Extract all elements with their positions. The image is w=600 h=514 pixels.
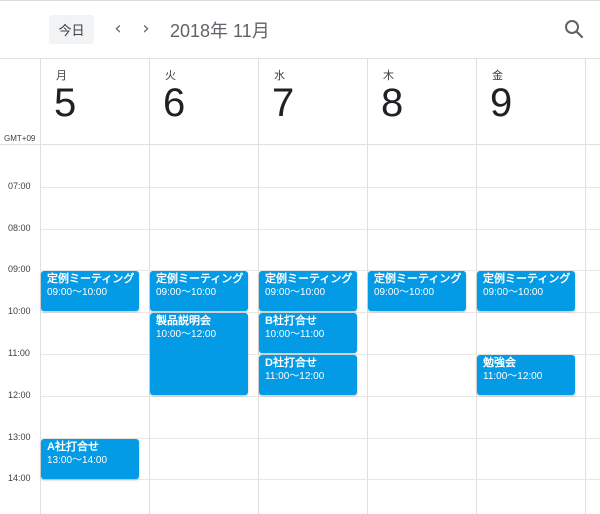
hour-gridline [40,396,600,397]
event-time: 10:00〜12:00 [156,329,217,340]
calendar-event[interactable]: 定例ミーティング 09:00〜10:00 [259,271,357,311]
event-time: 11:00〜12:00 [483,371,543,382]
current-period-label: 2018年 11月 [170,21,270,41]
event-time: 13:00〜14:00 [47,455,108,466]
hour-gridline [40,229,600,230]
calendar-event[interactable]: D社打合せ 11:00〜12:00 [259,355,357,395]
event-time: 09:00〜10:00 [156,287,217,298]
next-day-header-edge [585,59,600,129]
week-time-grid: 07:00 08:00 09:00 10:00 11:00 12:00 13:00 14:00… [0,58,600,514]
day-header[interactable]: 水7 [258,59,367,129]
event-time: 11:00〜12:00 [265,371,325,382]
calendar-event[interactable]: A社打合せ 13:00〜14:00 [41,439,139,479]
day-header[interactable]: 金9 [476,59,585,129]
event-title: 勉強会 [483,357,516,369]
event-title: 製品説明会 [156,315,211,327]
day-header[interactable]: 月5 [40,59,149,129]
hour-label: 11:00 [8,348,30,358]
calendar-event[interactable]: 定例ミーティング 09:00〜10:00 [368,271,466,311]
event-title: 定例ミーティング [47,273,135,285]
calendar-toolbar: 今日 ‹ › 2018年 11月 [0,0,600,58]
hour-label: 14:00 [8,473,31,483]
event-title: B社打合せ [265,315,317,327]
next-week-button[interactable]: › [136,18,156,40]
event-title: 定例ミーティング [483,273,571,285]
day-number[interactable]: 9 [490,79,512,127]
event-title: A社打合せ [47,441,99,453]
hour-gridline [40,187,600,188]
event-title: D社打合せ [265,357,317,369]
event-title: 定例ミーティング [374,273,462,285]
hour-label: 10:00 [8,306,31,316]
event-time: 09:00〜10:00 [265,287,326,298]
day-header[interactable]: 火6 [149,59,258,129]
hour-gridline [40,479,600,480]
day-number[interactable]: 7 [272,79,294,127]
day-number[interactable]: 5 [54,79,76,127]
calendar-event[interactable]: 定例ミーティング 09:00〜10:00 [41,271,139,311]
calendar-event[interactable]: 定例ミーティング 09:00〜10:00 [477,271,575,311]
day-header[interactable]: 木8 [367,59,476,129]
hour-label: 12:00 [8,390,31,400]
previous-week-button[interactable]: ‹ [108,18,128,40]
event-time: 09:00〜10:00 [374,287,435,298]
day-number[interactable]: 6 [163,79,185,127]
day-number[interactable]: 8 [381,79,403,127]
hour-label: 07:00 [8,181,31,191]
event-time: 10:00〜11:00 [265,329,325,340]
calendar-event[interactable]: 定例ミーティング 09:00〜10:00 [150,271,248,311]
calendar-event[interactable]: B社打合せ 10:00〜11:00 [259,313,357,353]
week-header: 月5火6水7木8金9 [0,58,600,129]
event-time: 09:00〜10:00 [483,287,544,298]
today-button[interactable]: 今日 [49,15,94,44]
event-title: 定例ミーティング [156,273,244,285]
hour-label: 13:00 [8,432,31,442]
event-time: 09:00〜10:00 [47,287,108,298]
calendar-event[interactable]: 勉強会 11:00〜12:00 [477,355,575,395]
timezone-label: GMT+09 [4,134,36,143]
search-icon [565,20,584,39]
calendar-event[interactable]: 製品説明会 10:00〜12:00 [150,313,248,395]
search-button[interactable] [562,17,586,41]
day-column-divider [585,58,586,514]
hour-label: 08:00 [8,223,31,233]
hour-label: 09:00 [8,264,31,274]
event-title: 定例ミーティング [265,273,353,285]
